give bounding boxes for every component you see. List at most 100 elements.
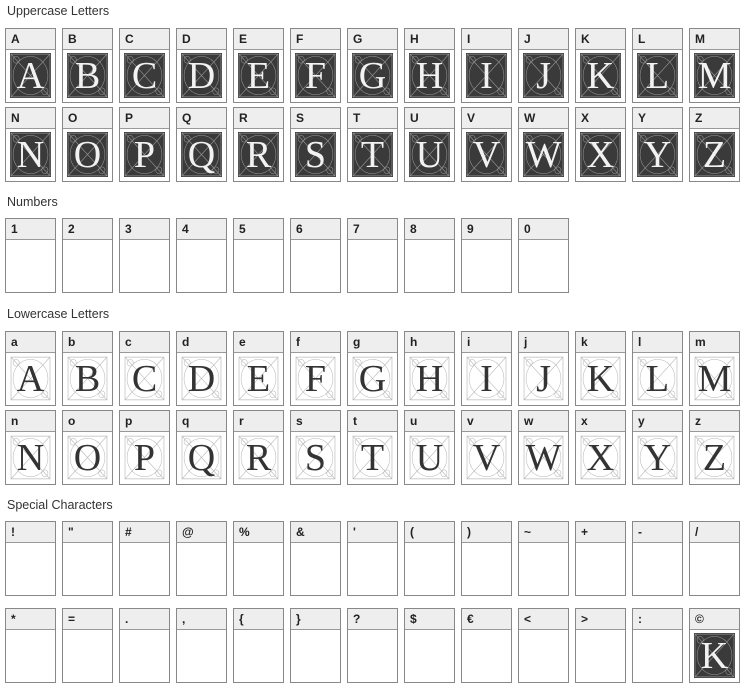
glyph-label: b [63, 332, 112, 353]
glyph-label: E [234, 29, 283, 50]
glyph-preview: X [580, 132, 621, 177]
glyph-preview: E [238, 356, 279, 401]
glyph-label: 2 [63, 219, 112, 240]
glyph-cell: © K [689, 608, 740, 683]
glyph-cell: cC [119, 331, 170, 406]
glyph-cell: aA [5, 331, 56, 406]
glyph-label: O [63, 108, 112, 129]
glyph-cell: QQ [176, 107, 227, 182]
glyph-cell: kK [575, 331, 626, 406]
glyph-character: L [645, 54, 670, 97]
glyph-cell: + [575, 521, 626, 596]
glyph-preview: O [67, 435, 108, 480]
glyph-character: N [16, 436, 45, 479]
glyph-cell: uU [404, 410, 455, 485]
glyph-label: { [234, 609, 283, 630]
glyph-cell: ? [347, 608, 398, 683]
glyph-preview: A [10, 53, 51, 98]
glyph-label: w [519, 411, 568, 432]
glyph-label: H [405, 29, 454, 50]
glyph-label: * [6, 609, 55, 630]
glyph-preview: V [466, 435, 507, 480]
glyph-preview: C [124, 53, 165, 98]
glyph-label: 6 [291, 219, 340, 240]
glyph-character: L [645, 357, 670, 400]
glyph-cell: WW [518, 107, 569, 182]
glyph-label: y [633, 411, 682, 432]
glyph-preview: S [295, 435, 336, 480]
glyph-cell: AA [5, 28, 56, 103]
glyph-character: O [73, 436, 102, 479]
glyph-character: R [245, 436, 272, 479]
glyph-character: V [472, 436, 501, 479]
glyph-preview: T [352, 435, 393, 480]
glyph-preview: I [466, 53, 507, 98]
glyph-label: l [633, 332, 682, 353]
glyph-label: 3 [120, 219, 169, 240]
glyph-preview: L [637, 53, 678, 98]
glyph-preview: E [238, 53, 279, 98]
glyph-character: X [586, 133, 615, 176]
glyph-preview: Y [637, 435, 678, 480]
glyph-cell: 6 [290, 218, 341, 293]
glyph-preview: S [295, 132, 336, 177]
glyph-cell: / [689, 521, 740, 596]
glyph-character: Y [643, 133, 672, 176]
glyph-preview: A [10, 356, 51, 401]
glyph-label: X [576, 108, 625, 129]
glyph-label: r [234, 411, 283, 432]
glyph-preview: B [67, 356, 108, 401]
glyph-character: Q [187, 133, 216, 176]
glyph-character: W [525, 436, 562, 479]
glyph-preview: T [352, 132, 393, 177]
glyph-preview: R [238, 435, 279, 480]
glyph-character: P [133, 133, 156, 176]
glyph-cell: ' [347, 521, 398, 596]
glyph-character: K [700, 634, 729, 677]
glyph-preview: W [523, 132, 564, 177]
glyph-label: S [291, 108, 340, 129]
glyph-cell: BB [62, 28, 113, 103]
glyph-cell: JJ [518, 28, 569, 103]
glyph-character: N [16, 133, 45, 176]
glyph-label: a [6, 332, 55, 353]
glyph-label: ' [348, 522, 397, 543]
glyph-label: m [690, 332, 739, 353]
glyph-cell: ! [5, 521, 56, 596]
glyph-label: - [633, 522, 682, 543]
glyph-label: U [405, 108, 454, 129]
glyph-preview: G [352, 356, 393, 401]
glyph-preview: F [295, 53, 336, 98]
glyph-cell: 4 [176, 218, 227, 293]
glyph-label: z [690, 411, 739, 432]
glyph-cell: bB [62, 331, 113, 406]
glyph-preview: K [694, 633, 735, 678]
glyph-character: T [360, 133, 385, 176]
glyph-label: ( [405, 522, 454, 543]
glyph-label: = [63, 609, 112, 630]
glyph-cell: rR [233, 410, 284, 485]
glyph-cell: * [5, 608, 56, 683]
glyph-label: h [405, 332, 454, 353]
glyph-cell: { [233, 608, 284, 683]
glyph-preview: J [523, 53, 564, 98]
glyph-character: Q [187, 436, 216, 479]
section-title: Uppercase Letters [7, 4, 110, 18]
glyph-label: % [234, 522, 283, 543]
glyph-character: Z [702, 133, 727, 176]
glyph-label: k [576, 332, 625, 353]
glyph-label: 9 [462, 219, 511, 240]
glyph-label: P [120, 108, 169, 129]
glyph-character: D [187, 54, 216, 97]
glyph-label: M [690, 29, 739, 50]
glyph-cell: @ [176, 521, 227, 596]
glyph-cell: ZZ [689, 107, 740, 182]
glyph-character: G [358, 357, 387, 400]
glyph-cell: 5 [233, 218, 284, 293]
glyph-label: } [291, 609, 340, 630]
glyph-cell: pP [119, 410, 170, 485]
glyph-label: # [120, 522, 169, 543]
glyph-cell: oO [62, 410, 113, 485]
glyph-cell: € [461, 608, 512, 683]
glyph-preview: W [523, 435, 564, 480]
